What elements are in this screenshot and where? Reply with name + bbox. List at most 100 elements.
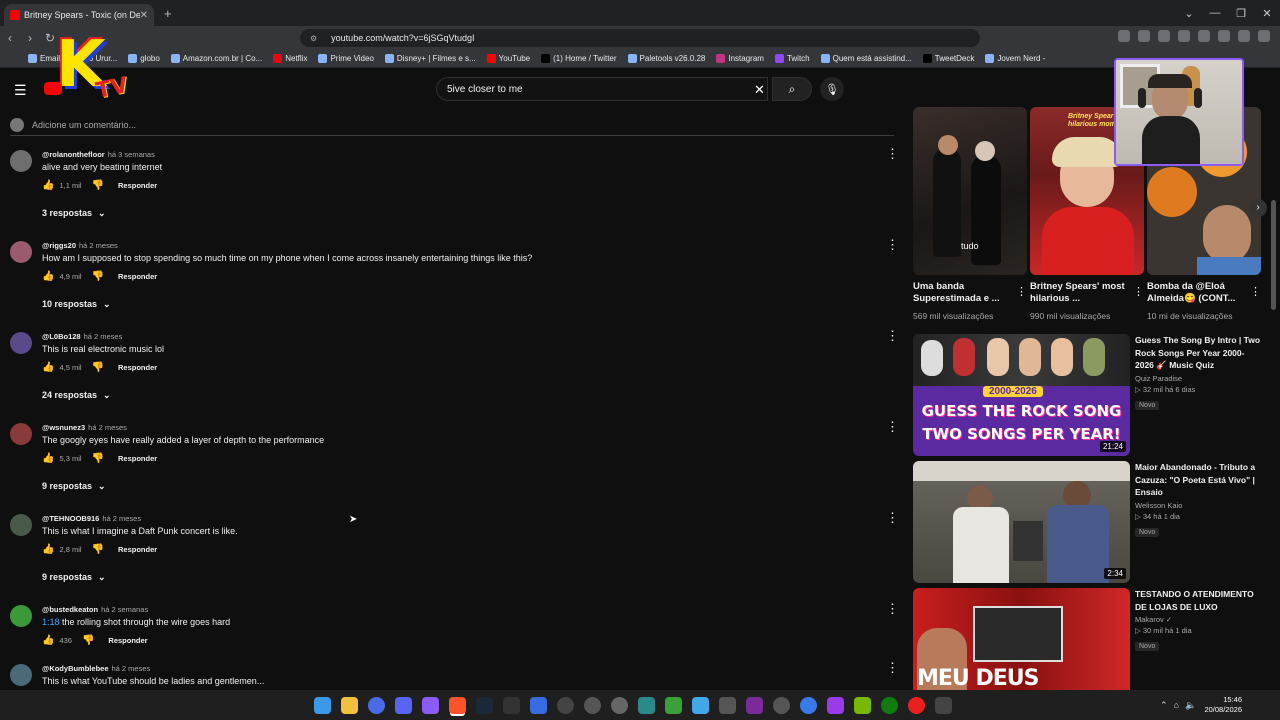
app-icon[interactable] xyxy=(908,697,925,714)
maximize-button[interactable]: ❐ xyxy=(1228,7,1254,20)
discord-icon[interactable] xyxy=(395,697,412,714)
browser-tab-active[interactable]: Britney Spears - Toxic (on De... ✕ xyxy=(4,4,154,26)
avatar[interactable] xyxy=(10,332,32,354)
back-icon[interactable]: ‹ xyxy=(0,31,20,45)
like-icon[interactable]: 👍 xyxy=(42,635,54,646)
avatar[interactable] xyxy=(10,514,32,536)
reply-button[interactable]: Responder xyxy=(108,636,147,645)
app-icon[interactable] xyxy=(368,697,385,714)
short-item[interactable]: tudo Uma banda Superestimada e ... 569 m… xyxy=(913,107,1027,321)
reply-button[interactable]: Responder xyxy=(118,545,157,554)
like-icon[interactable]: 👍 xyxy=(42,362,54,373)
app-icon[interactable] xyxy=(665,697,682,714)
bookmark-item[interactable]: YouTube xyxy=(486,54,530,63)
steam-icon[interactable] xyxy=(476,697,493,714)
short-thumbnail[interactable]: tudo xyxy=(913,107,1027,275)
extension-icon[interactable] xyxy=(1138,30,1150,42)
reply-button[interactable]: Responder xyxy=(118,454,157,463)
more-options-icon[interactable]: ⋮ xyxy=(886,146,899,162)
bookmark-item[interactable]: Jovem Nerd - xyxy=(985,54,1045,63)
comment-author[interactable]: @riggs20 xyxy=(42,241,76,250)
show-replies-button[interactable]: 24 respostas ⌄ xyxy=(42,390,111,401)
more-options-icon[interactable]: ⋮ xyxy=(1133,285,1144,298)
volume-icon[interactable]: 🔈 xyxy=(1185,700,1196,711)
chevron-up-icon[interactable]: ⌃ xyxy=(1160,700,1168,711)
bookmark-item[interactable]: Instagram xyxy=(716,54,764,63)
app-icon[interactable] xyxy=(584,697,601,714)
comment-author[interactable]: @wsnunez3 xyxy=(42,423,85,432)
page-scrollbar[interactable] xyxy=(1271,200,1276,310)
clock[interactable]: 15:46 20/08/2026 xyxy=(1204,695,1242,715)
video-title[interactable]: TESTANDO O ATENDIMENTO DE LOJAS DE LUXO xyxy=(1135,588,1261,613)
more-options-icon[interactable]: ⋮ xyxy=(1250,285,1261,298)
short-title[interactable]: Bomba da @Eloá Almeida😋 (CONT... xyxy=(1147,281,1247,307)
more-options-icon[interactable]: ⋮ xyxy=(1016,285,1027,298)
app-icon[interactable] xyxy=(557,697,574,714)
chevron-right-icon[interactable]: › xyxy=(1249,199,1267,217)
tab-close-icon[interactable]: ✕ xyxy=(140,10,148,21)
extension-icon[interactable] xyxy=(1118,30,1130,42)
comment-timestamp-link[interactable]: 1:18 xyxy=(42,617,60,627)
comment-author[interactable]: @KodyBumblebee xyxy=(42,664,109,673)
bookmark-item[interactable]: Paletools v26.0.28 xyxy=(627,54,705,63)
app-icon[interactable] xyxy=(773,697,790,714)
recommended-video[interactable]: 2000-2026 GUESS THE ROCK SONG TWO SONGS … xyxy=(913,334,1265,456)
bookmark-item[interactable]: TweetDeck xyxy=(922,54,974,63)
extension-icon[interactable] xyxy=(1218,30,1230,42)
forward-icon[interactable]: › xyxy=(20,31,40,45)
like-icon[interactable]: 👍 xyxy=(42,544,54,555)
extension-icon[interactable] xyxy=(1238,30,1250,42)
avatar[interactable] xyxy=(10,241,32,263)
dislike-icon[interactable]: 👎 xyxy=(92,453,104,464)
site-info-icon[interactable]: ⚙ xyxy=(310,34,317,43)
more-options-icon[interactable]: ⋮ xyxy=(886,601,899,617)
app-icon[interactable] xyxy=(611,697,628,714)
channel-name[interactable]: Welisson Kaio xyxy=(1135,501,1261,510)
like-icon[interactable]: 👍 xyxy=(42,271,54,282)
bookmark-item[interactable]: Twitch xyxy=(774,54,810,63)
more-options-icon[interactable]: ⋮ xyxy=(886,328,899,344)
comment-author[interactable]: @rolanonthefloor xyxy=(42,150,105,159)
more-options-icon[interactable]: ⋮ xyxy=(886,419,899,435)
recommended-video[interactable]: MEU DEUS TESTANDO O ATENDIMENTO DE LOJAS… xyxy=(913,588,1265,690)
reply-button[interactable]: Responder xyxy=(118,181,157,190)
bookmark-item[interactable]: Netflix xyxy=(273,54,307,63)
app-icon[interactable] xyxy=(935,697,952,714)
address-bar[interactable]: ⚙ youtube.com/watch?v=6jSGqVtudgI xyxy=(300,29,980,47)
video-title[interactable]: Guess The Song By Intro | Two Rock Songs… xyxy=(1135,334,1261,372)
dislike-icon[interactable]: 👎 xyxy=(92,180,104,191)
avatar[interactable] xyxy=(10,150,32,172)
reply-button[interactable]: Responder xyxy=(118,272,157,281)
more-options-icon[interactable]: ⋮ xyxy=(886,660,899,676)
avatar[interactable] xyxy=(10,423,32,445)
minimize-button[interactable]: — xyxy=(1202,7,1228,19)
avatar[interactable] xyxy=(10,605,32,627)
app-icon[interactable] xyxy=(503,697,520,714)
video-title[interactable]: Maior Abandonado - Tributo a Cazuza: "O … xyxy=(1135,461,1261,499)
app-icon[interactable] xyxy=(530,697,547,714)
app-icon[interactable] xyxy=(638,697,655,714)
bookmark-item[interactable]: Quem está assistind... xyxy=(820,54,912,63)
app-icon[interactable] xyxy=(422,697,439,714)
dislike-icon[interactable]: 👎 xyxy=(92,271,104,282)
avatar[interactable] xyxy=(10,664,32,686)
channel-name[interactable]: Quiz Paradise xyxy=(1135,374,1261,383)
app-icon[interactable] xyxy=(692,697,709,714)
short-title[interactable]: Uma banda Superestimada e ... xyxy=(913,281,1013,307)
add-comment-field[interactable]: Adicione um comentário... xyxy=(10,114,894,136)
comment-author[interactable]: @L0Bo128 xyxy=(42,332,81,341)
extension-icon[interactable] xyxy=(1198,30,1210,42)
brave-browser-icon[interactable] xyxy=(449,697,466,714)
menu-icon[interactable] xyxy=(1258,30,1270,42)
recommended-video[interactable]: 2:34 Maior Abandonado - Tributo a Cazuza… xyxy=(913,461,1265,583)
close-window-button[interactable]: ✕ xyxy=(1254,7,1280,20)
video-thumbnail[interactable]: MEU DEUS xyxy=(913,588,1130,690)
search-button[interactable]: ⌕ xyxy=(772,77,812,101)
short-title[interactable]: Britney Spears' most hilarious ... xyxy=(1030,281,1130,307)
file-explorer-icon[interactable] xyxy=(341,697,358,714)
nvidia-icon[interactable] xyxy=(854,697,871,714)
video-thumbnail[interactable]: 2:34 xyxy=(913,461,1130,583)
show-replies-button[interactable]: 10 respostas ⌄ xyxy=(42,299,111,310)
video-thumbnail[interactable]: 2000-2026 GUESS THE ROCK SONG TWO SONGS … xyxy=(913,334,1130,456)
comment-author[interactable]: @TEHNOOB916 xyxy=(42,514,99,523)
